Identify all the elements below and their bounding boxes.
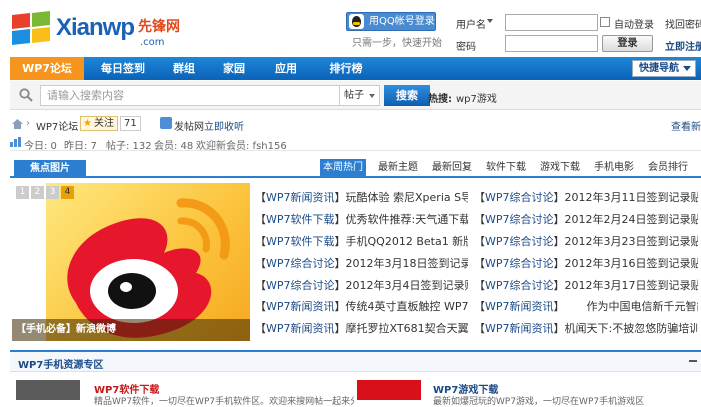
nav-item-daily-checkin[interactable]: 每日签到 <box>90 57 156 80</box>
list-item[interactable]: 【WP7新闻资讯】 作为中国电信新千元智能 <box>474 298 698 319</box>
stats-chart-icon <box>10 137 21 147</box>
quick-nav-dropdown[interactable]: 快捷导航 <box>632 60 696 77</box>
username-dropdown-icon[interactable] <box>487 19 493 23</box>
list-item[interactable]: 【WP7综合讨论】2012年3月11日签到记录贴 <box>474 189 698 210</box>
chevron-down-icon <box>683 66 691 71</box>
search-icon <box>19 88 33 102</box>
list-item[interactable]: 【WP7综合讨论】2012年2月24日签到记录贴 <box>474 211 698 232</box>
nav-item-home[interactable]: 家园 <box>210 57 258 80</box>
tab-latest-topics[interactable]: 最新主题 <box>376 159 420 176</box>
qq-login-button[interactable]: 用QQ帐号登录 <box>346 12 436 31</box>
search-type-select[interactable]: 帖子 <box>340 85 380 106</box>
sina-weibo-logo-icon <box>67 198 230 338</box>
hot-search-link[interactable]: wp7游戏 <box>456 90 497 105</box>
stat-new-member: 欢迎新会员: fsh156 <box>196 141 287 152</box>
auto-login-checkbox[interactable] <box>600 17 610 27</box>
list-item[interactable]: 【WP7新闻资讯】玩酷体验 索尼Xperia S导入 <box>255 189 468 210</box>
stat-members: 会员: 48 <box>154 141 194 152</box>
home-icon[interactable] <box>12 119 23 129</box>
follow-count: 71 <box>120 116 141 131</box>
site-logo[interactable]: Xianwp 先锋网 .com <box>12 11 180 48</box>
tab-member-ranking[interactable]: 会员排行 <box>646 159 690 176</box>
password-field[interactable] <box>505 35 598 52</box>
logo-text: Xianwp <box>56 14 135 41</box>
slide-dot-2[interactable]: 2 <box>31 186 44 199</box>
tab-software-download[interactable]: 软件下载 <box>484 159 528 176</box>
search-type-label: 帖子 <box>344 90 364 101</box>
weibo-post-icon <box>160 117 172 129</box>
nav-item-wp7-forum[interactable]: WP7论坛 <box>10 57 84 80</box>
list-item[interactable]: 【WP7综合讨论】2012年3月23日签到记录贴 <box>474 233 698 254</box>
tab-weekly-hot[interactable]: 本周热门 <box>320 159 366 176</box>
breadcrumb-separator-icon: › <box>26 118 30 129</box>
tab-underline <box>10 176 701 178</box>
logo-domain: .com <box>140 37 165 48</box>
main-nav: WP7论坛 每日签到 群组 家园 应用 排行榜 快捷导航 <box>10 57 701 80</box>
slide-dot-4[interactable]: 4 <box>61 186 74 199</box>
tab-game-download[interactable]: 游戏下载 <box>538 159 582 176</box>
site-header: Xianwp 先锋网 .com 用QQ帐号登录 只需一步，快速开始 用户名 密码… <box>0 0 701 56</box>
nav-item-groups[interactable]: 群组 <box>160 57 208 80</box>
register-link[interactable]: 立即注册 <box>665 38 701 53</box>
login-button[interactable]: 登录 <box>602 35 653 52</box>
password-label: 密码 <box>456 42 476 53</box>
qq-login-tip: 只需一步，快速开始 <box>352 38 442 49</box>
qq-penguin-icon <box>349 14 364 29</box>
hot-search-label: 热搜: <box>428 94 452 105</box>
find-password-link[interactable]: 找回密码 <box>665 16 701 31</box>
slide-caption[interactable]: 【手机必备】新浪微博 <box>12 319 250 341</box>
list-item[interactable]: 【WP7综合讨论】2012年3月18日签到记录贴 <box>255 255 468 276</box>
collapse-icon[interactable] <box>689 360 697 362</box>
list-item[interactable]: 【WP7软件下载】手机QQ2012 Beta1 新版登陆 <box>255 233 468 254</box>
search-input[interactable]: 请输入搜索内容 <box>40 85 340 106</box>
auto-login-label: 自动登录 <box>614 20 654 31</box>
chevron-down-icon <box>369 94 375 98</box>
list-item[interactable]: 【WP7综合讨论】2012年3月17日签到记录贴 <box>474 277 698 298</box>
slide-image[interactable] <box>46 183 250 341</box>
breadcrumb: › WP7论坛 关注 71 发帖网 立即收听 查看新 <box>10 115 701 133</box>
view-new-link[interactable]: 查看新 <box>671 118 701 133</box>
list-item[interactable]: 【WP7软件下载】优秀软件推荐:天气通下载 <box>255 211 468 232</box>
nav-item-apps[interactable]: 应用 <box>262 57 310 80</box>
stat-today: 今日: 0 <box>24 141 57 152</box>
list-item[interactable]: 【WP7新闻资讯】摩托罗拉XT681契合天翼飞 <box>255 320 468 341</box>
forum-stats: 今日: 0 昨日: 7 帖子: 132 会员: 48 欢迎新会员: fsh156 <box>10 135 701 152</box>
username-label: 用户名 <box>456 20 486 31</box>
qq-login-label: 用QQ帐号登录 <box>369 16 435 27</box>
stat-yesterday: 昨日: 7 <box>64 141 97 152</box>
software-thumbnail[interactable] <box>16 380 80 400</box>
search-button[interactable]: 搜索 <box>384 85 430 106</box>
focus-slideshow[interactable]: 1 2 3 4 【手机必备】新浪微博 <box>12 183 250 341</box>
search-bar: 请输入搜索内容 帖子 搜索 热搜: wp7游戏 <box>10 81 701 110</box>
list-item[interactable]: 【WP7新闻资讯】机闻天下:不披忽悠防骗培训 <box>474 320 698 341</box>
subscribe-link[interactable]: 立即收听 <box>204 118 244 133</box>
post-site-label: 发帖网 <box>174 122 204 133</box>
username-field[interactable] <box>505 14 598 31</box>
resources-section-header: WP7手机资源专区 <box>10 350 701 372</box>
stat-posts: 帖子: 132 <box>106 141 152 152</box>
slide-dot-3[interactable]: 3 <box>46 186 59 199</box>
list-item[interactable]: 【WP7综合讨论】2012年3月4日签到记录贴 <box>255 277 468 298</box>
breadcrumb-forum[interactable]: WP7论坛 <box>36 118 78 133</box>
resources-title: WP7手机资源专区 <box>18 360 104 371</box>
follow-button[interactable]: 关注 <box>80 116 118 131</box>
tab-latest-replies[interactable]: 最新回复 <box>430 159 474 176</box>
quick-nav-label: 快捷导航 <box>639 63 679 74</box>
windows-flag-icon <box>12 11 52 46</box>
slide-dot-1[interactable]: 1 <box>16 186 29 199</box>
list-item[interactable]: 【WP7综合讨论】2012年3月16日签到记录贴 <box>474 255 698 276</box>
game-thumbnail[interactable] <box>357 380 421 400</box>
nav-item-rankings[interactable]: 排行榜 <box>318 57 374 80</box>
list-item[interactable]: 【WP7新闻资讯】传统4英寸直板触控 WP7系统 <box>255 298 468 319</box>
game-description: 最新如爆冠玩的WP7游戏，一切尽在WP7手机游戏区 <box>433 397 645 407</box>
tab-mobile-movies[interactable]: 手机电影 <box>592 159 636 176</box>
focus-images-tab[interactable]: 焦点图片 <box>14 160 86 177</box>
logo-cn-text: 先锋网 <box>138 19 180 35</box>
software-description: 精品WP7软件，一切尽在WP7手机软件区。欢迎来搜网帖一起来分 <box>94 397 354 407</box>
